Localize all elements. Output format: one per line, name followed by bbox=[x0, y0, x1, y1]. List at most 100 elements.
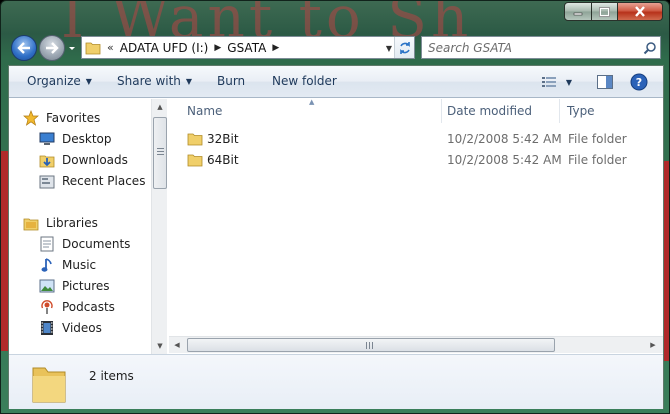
maximize-icon bbox=[599, 6, 610, 17]
nav-libraries-label: Libraries bbox=[46, 216, 98, 230]
nav-item-videos[interactable]: Videos bbox=[39, 319, 102, 337]
organize-label: Organize bbox=[27, 74, 81, 88]
refresh-icon bbox=[399, 41, 410, 54]
podcasts-icon bbox=[39, 299, 55, 315]
breadcrumb-separator-icon[interactable]: ▶ bbox=[272, 43, 279, 53]
recent-pages-dropdown[interactable] bbox=[67, 43, 77, 53]
folder-icon bbox=[32, 367, 66, 403]
nav-item-documents[interactable]: Documents bbox=[39, 235, 130, 253]
share-with-label: Share with bbox=[117, 74, 181, 88]
details-view-icon bbox=[542, 77, 556, 87]
nav-favorites[interactable]: Favorites bbox=[23, 109, 100, 127]
column-divider[interactable] bbox=[441, 99, 442, 123]
file-row[interactable]: 32Bit 10/2/2008 5:42 AM File folder bbox=[187, 129, 657, 149]
search-box[interactable] bbox=[421, 36, 661, 59]
nav-libraries[interactable]: Libraries bbox=[23, 214, 98, 232]
file-name: 64Bit bbox=[207, 153, 239, 167]
search-input[interactable] bbox=[428, 40, 640, 55]
nav-item-label: Recent Places bbox=[62, 174, 146, 188]
folder-icon bbox=[187, 133, 203, 146]
organize-button[interactable]: Organize ▼ bbox=[27, 74, 92, 88]
nav-item-downloads[interactable]: Downloads bbox=[39, 151, 128, 169]
star-icon bbox=[23, 110, 39, 126]
forward-arrow-icon bbox=[46, 42, 59, 54]
burn-button[interactable]: Burn bbox=[217, 74, 245, 88]
breadcrumb-overflow[interactable]: « bbox=[107, 41, 114, 54]
file-date: 10/2/2008 5:42 AM bbox=[447, 132, 562, 146]
chevron-down-icon: ▼ bbox=[185, 77, 193, 86]
documents-icon bbox=[39, 236, 55, 252]
nav-item-pictures[interactable]: Pictures bbox=[39, 277, 110, 295]
file-list: ▲ Name Date modified Type 32Bit 10/2/200… bbox=[169, 98, 663, 354]
desktop-icon bbox=[39, 131, 55, 147]
folder-icon bbox=[85, 42, 101, 54]
nav-item-recent-places[interactable]: Recent Places bbox=[39, 172, 145, 190]
address-history-dropdown[interactable]: ▼ bbox=[386, 44, 392, 53]
address-bar[interactable]: « ADATA UFD (I:) ▶ GSATA ▶ ▼ bbox=[81, 36, 415, 59]
navigation-pane: Favorites Desktop Downloads Recent Place… bbox=[9, 99, 168, 354]
address-row: « ADATA UFD (I:) ▶ GSATA ▶ ▼ bbox=[1, 29, 669, 65]
forward-button[interactable] bbox=[39, 35, 65, 61]
column-header-date-modified[interactable]: Date modified bbox=[447, 99, 532, 123]
explorer-client-area: Organize ▼ Share with ▼ Burn New folder ▼ … bbox=[8, 65, 664, 409]
share-with-button[interactable]: Share with ▼ bbox=[117, 74, 192, 88]
details-pane: 2 items bbox=[9, 354, 663, 409]
breadcrumb-separator-icon[interactable]: ▶ bbox=[214, 43, 221, 53]
scroll-right-arrow-icon[interactable]: ▶ bbox=[645, 337, 661, 353]
nav-item-music[interactable]: Music bbox=[39, 256, 96, 274]
file-type: File folder bbox=[568, 132, 627, 146]
change-view-button[interactable] bbox=[539, 72, 559, 92]
view-options-dropdown[interactable]: ▼ bbox=[562, 72, 576, 92]
maximize-button[interactable] bbox=[592, 2, 618, 21]
nav-item-podcasts[interactable]: Podcasts bbox=[39, 298, 115, 316]
folder-icon bbox=[187, 154, 203, 167]
nav-item-desktop[interactable]: Desktop bbox=[39, 130, 112, 148]
file-name: 32Bit bbox=[207, 132, 239, 146]
new-folder-button[interactable]: New folder bbox=[272, 74, 337, 88]
pictures-icon bbox=[39, 278, 55, 294]
music-icon bbox=[39, 257, 55, 273]
chevron-down-icon bbox=[69, 47, 75, 50]
nav-item-label: Documents bbox=[62, 237, 131, 251]
minimize-icon bbox=[573, 12, 583, 15]
minimize-button[interactable] bbox=[564, 2, 592, 21]
column-header-type[interactable]: Type bbox=[567, 99, 595, 123]
nav-item-label: Desktop bbox=[62, 132, 112, 146]
search-icon[interactable] bbox=[640, 38, 660, 58]
nav-item-label: Podcasts bbox=[62, 300, 115, 314]
chevron-down-icon: ▼ bbox=[85, 77, 92, 86]
refresh-button[interactable] bbox=[394, 37, 414, 58]
file-row[interactable]: 64Bit 10/2/2008 5:42 AM File folder bbox=[187, 150, 657, 170]
grip-icon bbox=[366, 342, 373, 349]
file-list-horizontal-scrollbar[interactable]: ◀ ▶ bbox=[169, 336, 663, 353]
downloads-icon bbox=[39, 152, 55, 168]
nav-item-label: Videos bbox=[62, 321, 102, 335]
help-button[interactable]: ? bbox=[629, 72, 649, 92]
preview-pane-button[interactable] bbox=[595, 72, 615, 92]
grip-icon bbox=[157, 148, 164, 155]
column-header-name[interactable]: Name bbox=[187, 99, 222, 123]
recent-places-icon bbox=[39, 173, 55, 189]
preview-pane-icon bbox=[597, 75, 613, 89]
scroll-thumb[interactable] bbox=[187, 338, 555, 352]
close-button[interactable] bbox=[618, 2, 663, 21]
scroll-down-arrow-icon[interactable]: ▼ bbox=[152, 338, 168, 354]
back-button[interactable] bbox=[11, 35, 37, 61]
nav-favorites-label: Favorites bbox=[46, 111, 101, 125]
back-arrow-icon bbox=[17, 42, 30, 54]
column-divider[interactable] bbox=[559, 99, 560, 123]
file-type: File folder bbox=[568, 153, 627, 167]
explorer-window: I Want to Sh « ADATA UFD (I:) ▶ GSATA ▶ … bbox=[0, 0, 670, 414]
breadcrumb-folder[interactable]: GSATA bbox=[227, 41, 266, 55]
file-date: 10/2/2008 5:42 AM bbox=[447, 153, 562, 167]
scroll-thumb[interactable] bbox=[153, 117, 167, 189]
sort-ascending-icon: ▲ bbox=[309, 98, 315, 106]
scroll-up-arrow-icon[interactable]: ▲ bbox=[152, 99, 168, 115]
caption-buttons bbox=[564, 2, 663, 21]
nav-pane-scrollbar[interactable]: ▲ ▼ bbox=[151, 99, 167, 354]
close-icon bbox=[635, 6, 645, 17]
breadcrumb-drive[interactable]: ADATA UFD (I:) bbox=[120, 41, 209, 55]
libraries-icon bbox=[23, 215, 39, 231]
scroll-left-arrow-icon[interactable]: ◀ bbox=[169, 337, 185, 353]
videos-icon bbox=[39, 320, 55, 336]
